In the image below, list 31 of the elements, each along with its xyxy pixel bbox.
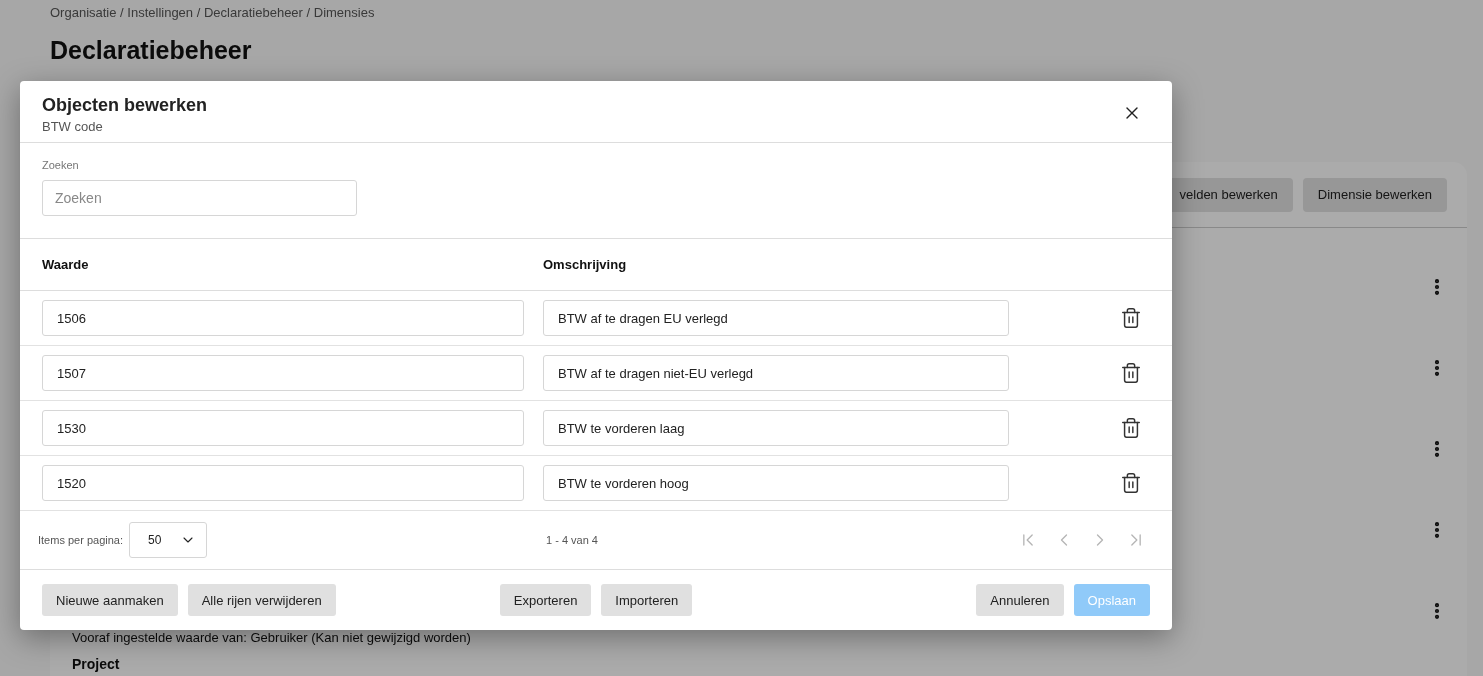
description-field[interactable]: BTW te vorderen hoog: [543, 465, 1009, 501]
action-button[interactable]: Exporteren: [499, 584, 592, 616]
search-field[interactable]: Zoeken: [42, 180, 357, 216]
section-title: Project: [72, 656, 121, 672]
edit-button[interactable]: Dimensie bewerken: [1302, 177, 1447, 212]
page-title: Declaratiebeheer: [50, 35, 253, 65]
value-field[interactable]: 1507: [42, 355, 524, 391]
dialog-subtitle: BTW code: [42, 119, 104, 134]
column-header: Omschrijving: [543, 257, 628, 272]
search-label: Zoeken: [42, 159, 80, 171]
trash-icon[interactable]: [1120, 307, 1142, 329]
trash-icon[interactable]: [1120, 472, 1142, 494]
page-size-select[interactable]: 50: [129, 522, 207, 558]
action-button[interactable]: Alle rijen verwijderen: [187, 584, 336, 616]
breadcrumb: Organisatie / Instellingen / Declaratiebeheer / Dimensies: [50, 4, 376, 22]
action-button[interactable]: Importeren: [601, 584, 693, 616]
description-field[interactable]: BTW te vorderen laag: [543, 410, 1009, 446]
column-header: Waarde: [42, 257, 90, 272]
page-range: 1 - 4 van 4: [546, 534, 599, 546]
value-field[interactable]: 1506: [42, 300, 524, 336]
default-value-note: Vooraf ingestelde waarde van: Gebruiker (Kan niet gewijzigd worden): [72, 630, 472, 645]
trash-icon[interactable]: [1120, 417, 1142, 439]
action-button[interactable]: Annuleren: [976, 584, 1064, 616]
description-field[interactable]: BTW af te dragen EU verlegd: [543, 300, 1009, 336]
description-field[interactable]: BTW af te dragen niet-EU verlegd: [543, 355, 1009, 391]
dialog-title: Objecten bewerken: [42, 94, 208, 116]
value-field[interactable]: 1530: [42, 410, 524, 446]
page-size-label: Items per pagina:: [38, 534, 123, 546]
action-button[interactable]: Nieuwe aanmaken: [42, 584, 178, 616]
trash-icon[interactable]: [1120, 362, 1142, 384]
value-field[interactable]: 1520: [42, 465, 524, 501]
